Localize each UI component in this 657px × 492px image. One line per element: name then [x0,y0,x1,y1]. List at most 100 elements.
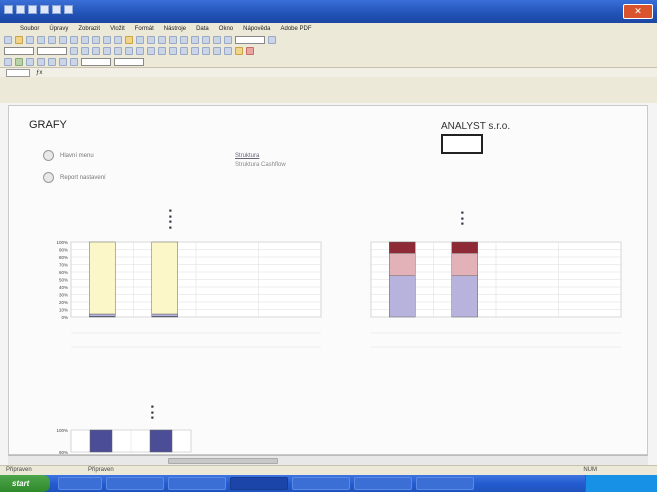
drawing-icon[interactable] [224,35,232,44]
bar-segment [451,241,478,254]
menu-item[interactable]: Adobe PDF [280,26,311,32]
redo-icon[interactable] [40,5,49,14]
cut-icon[interactable] [103,35,111,44]
taskbar-item[interactable] [106,477,164,490]
pdf-icon[interactable] [26,57,34,66]
format-painter-icon[interactable] [136,35,144,44]
zoom-select[interactable] [235,35,265,44]
worksheet[interactable]: GRAFY ANALYST s.r.o. Hlavní menu Report … [8,105,648,455]
comment-icon[interactable] [37,57,45,66]
fill-color-icon[interactable] [235,46,243,55]
sort-asc-icon[interactable] [191,35,199,44]
align-left-icon[interactable] [103,46,111,55]
font-color-icon[interactable] [246,46,254,55]
print-icon[interactable] [52,5,61,14]
italic-icon[interactable] [81,46,89,55]
print-icon[interactable] [59,35,67,44]
borders-icon[interactable] [224,46,232,55]
excel-icon[interactable] [4,5,13,14]
radio-icon[interactable] [43,150,54,161]
merge-icon[interactable] [136,46,144,55]
comma-icon[interactable] [169,46,177,55]
underline-icon[interactable] [92,46,100,55]
status-left: Připraven [6,467,32,473]
align-center-icon[interactable] [114,46,122,55]
name-box[interactable] [6,68,30,77]
scrollbar-thumb[interactable] [168,458,278,464]
taskbar-item[interactable] [416,477,474,490]
taskbar-quicklaunch[interactable] [58,477,102,490]
font-select[interactable] [4,46,34,55]
chart2 [349,236,629,371]
start-button[interactable]: start [0,475,50,492]
redo-icon[interactable] [158,35,166,44]
open-icon[interactable] [15,35,23,44]
menu-item[interactable]: Formát [135,26,154,32]
sheet-title: GRAFY [29,119,67,131]
menu-item[interactable]: Nápověda [243,26,270,32]
autosum-icon[interactable] [180,35,188,44]
review-icon[interactable] [4,57,12,66]
spell-icon[interactable] [81,35,89,44]
taskbar-item-active[interactable] [230,477,288,490]
email-icon[interactable] [48,35,56,44]
radio-main-menu[interactable]: Hlavní menu [43,150,94,161]
y-tick-label: 10% [59,307,68,312]
taskbar-item[interactable] [292,477,350,490]
preview-icon[interactable] [64,5,73,14]
show-comments-icon[interactable] [48,57,56,66]
fx-icon[interactable]: ƒx [36,70,42,76]
align-right-icon[interactable] [125,46,133,55]
horizontal-scrollbar[interactable] [8,455,648,465]
permission-icon[interactable] [37,35,45,44]
percent-icon[interactable] [158,46,166,55]
chart-wizard-icon[interactable] [213,35,221,44]
paste-icon[interactable] [125,35,133,44]
link-struktura[interactable]: Struktura [235,153,259,159]
track-changes-icon[interactable] [59,57,67,66]
copy-icon[interactable] [114,35,122,44]
taskbar-item[interactable] [354,477,412,490]
link-struktura-cashflow[interactable]: Struktura Cashflow [235,162,286,168]
menu-item[interactable]: Zobrazit [78,26,100,32]
quick-access-icons[interactable] [4,5,73,14]
preview-icon[interactable] [70,35,78,44]
reply-icon[interactable] [70,57,78,66]
status-right: NUM [583,467,597,473]
currency-icon[interactable] [147,46,155,55]
taskbar-item[interactable] [168,477,226,490]
menu-item[interactable]: Okno [219,26,233,32]
indent-icon[interactable] [202,46,210,55]
help-icon[interactable] [268,35,276,44]
increase-decimal-icon[interactable] [180,46,188,55]
menu-item[interactable]: Nástroje [164,26,186,32]
menu-item[interactable]: Soubor [20,26,39,32]
outdent-icon[interactable] [213,46,221,55]
undo-icon[interactable] [147,35,155,44]
forms-icon[interactable] [15,57,23,66]
decrease-decimal-icon[interactable] [191,46,199,55]
close-icon[interactable]: ✕ [623,4,653,19]
chart1-svg: 100% 90% 80% 70% 60% 50% 40% 30% 20% 10% 0% [56,240,322,348]
menu-item[interactable]: Data [196,26,209,32]
reviewer-select[interactable] [81,57,111,66]
bold-icon[interactable] [70,46,78,55]
new-icon[interactable] [4,35,12,44]
hyperlink-icon[interactable] [169,35,177,44]
menu-item[interactable]: Vložit [110,26,125,32]
research-icon[interactable] [92,35,100,44]
undo-icon[interactable] [28,5,37,14]
toolbar-area: Soubor Úpravy Zobrazit Vložit Formát Nás… [0,23,657,103]
y-tick-label: 30% [59,292,68,297]
radio-report-settings[interactable]: Report nastavení [43,172,106,183]
save-icon[interactable] [16,5,25,14]
save-icon[interactable] [26,35,34,44]
menu-item[interactable]: Úpravy [49,26,68,32]
selected-cell[interactable] [441,134,483,154]
sort-desc-icon[interactable] [202,35,210,44]
formula-bar: ƒx [0,67,657,77]
menu-bar: Soubor Úpravy Zobrazit Vložit Formát Nás… [0,23,657,34]
font-size-select[interactable] [37,46,67,55]
markup-select[interactable] [114,57,144,66]
radio-icon[interactable] [43,172,54,183]
